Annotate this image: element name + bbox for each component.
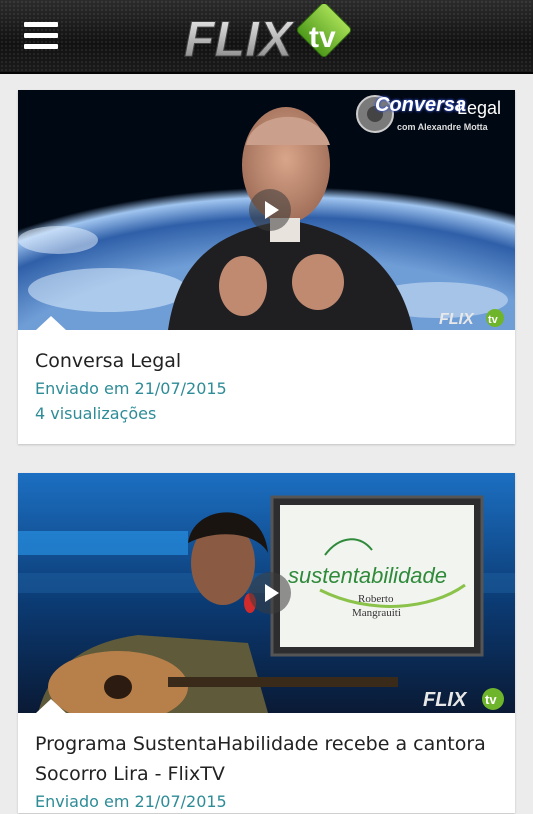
show-title-line2: Legal: [457, 98, 502, 118]
flixtv-watermark: FLIX tv: [423, 688, 504, 711]
video-card[interactable]: sustentabilidade Roberto Mangrauiti FLIX…: [18, 473, 515, 813]
watermark-tv: tv: [488, 314, 499, 326]
screen-logo-name-2: Mangrauiti: [352, 607, 401, 619]
watermark-flix: FLIX: [439, 311, 475, 328]
video-thumbnail[interactable]: sustentabilidade Roberto Mangrauiti FLIX…: [18, 473, 515, 713]
video-title[interactable]: Programa SustentaHabilidade recebe a can…: [35, 729, 498, 789]
video-title[interactable]: Conversa Legal: [35, 346, 498, 376]
card-notch: [36, 316, 66, 330]
video-card[interactable]: Conversa Legal com Alexandre Motta FLIX …: [18, 90, 515, 444]
play-button[interactable]: [249, 572, 291, 614]
logo-flix-text: FLIX: [184, 11, 295, 67]
upload-date: Enviado em 21/07/2015: [35, 792, 227, 811]
card-notch: [36, 699, 66, 713]
hamburger-menu-icon[interactable]: [24, 22, 60, 50]
screen-logo-sustentabilidade: sustentabilidade Roberto Mangrauiti: [280, 505, 474, 647]
show-logo-conversa-legal: Conversa Legal com Alexandre Motta: [355, 92, 505, 136]
show-title-line1: Conversa: [375, 94, 467, 116]
upload-date: Enviado em 21/07/2015: [35, 379, 227, 398]
watermark-flix: FLIX: [423, 689, 468, 711]
show-subtitle: com Alexandre Motta: [397, 122, 488, 132]
screen-logo-name-1: Roberto: [358, 593, 394, 605]
flixtv-logo: FLIX tv: [184, 4, 352, 68]
screen-logo-text: sustentabilidade: [288, 563, 448, 588]
video-thumbnail[interactable]: Conversa Legal com Alexandre Motta FLIX …: [18, 90, 515, 330]
play-button[interactable]: [249, 189, 291, 231]
view-count: 4 visualizações: [35, 404, 157, 423]
logo-tv-text: tv: [309, 21, 336, 54]
app-header: FLIX tv: [0, 0, 533, 74]
watermark-tv: tv: [485, 692, 497, 707]
flixtv-watermark: FLIX tv: [439, 309, 504, 328]
